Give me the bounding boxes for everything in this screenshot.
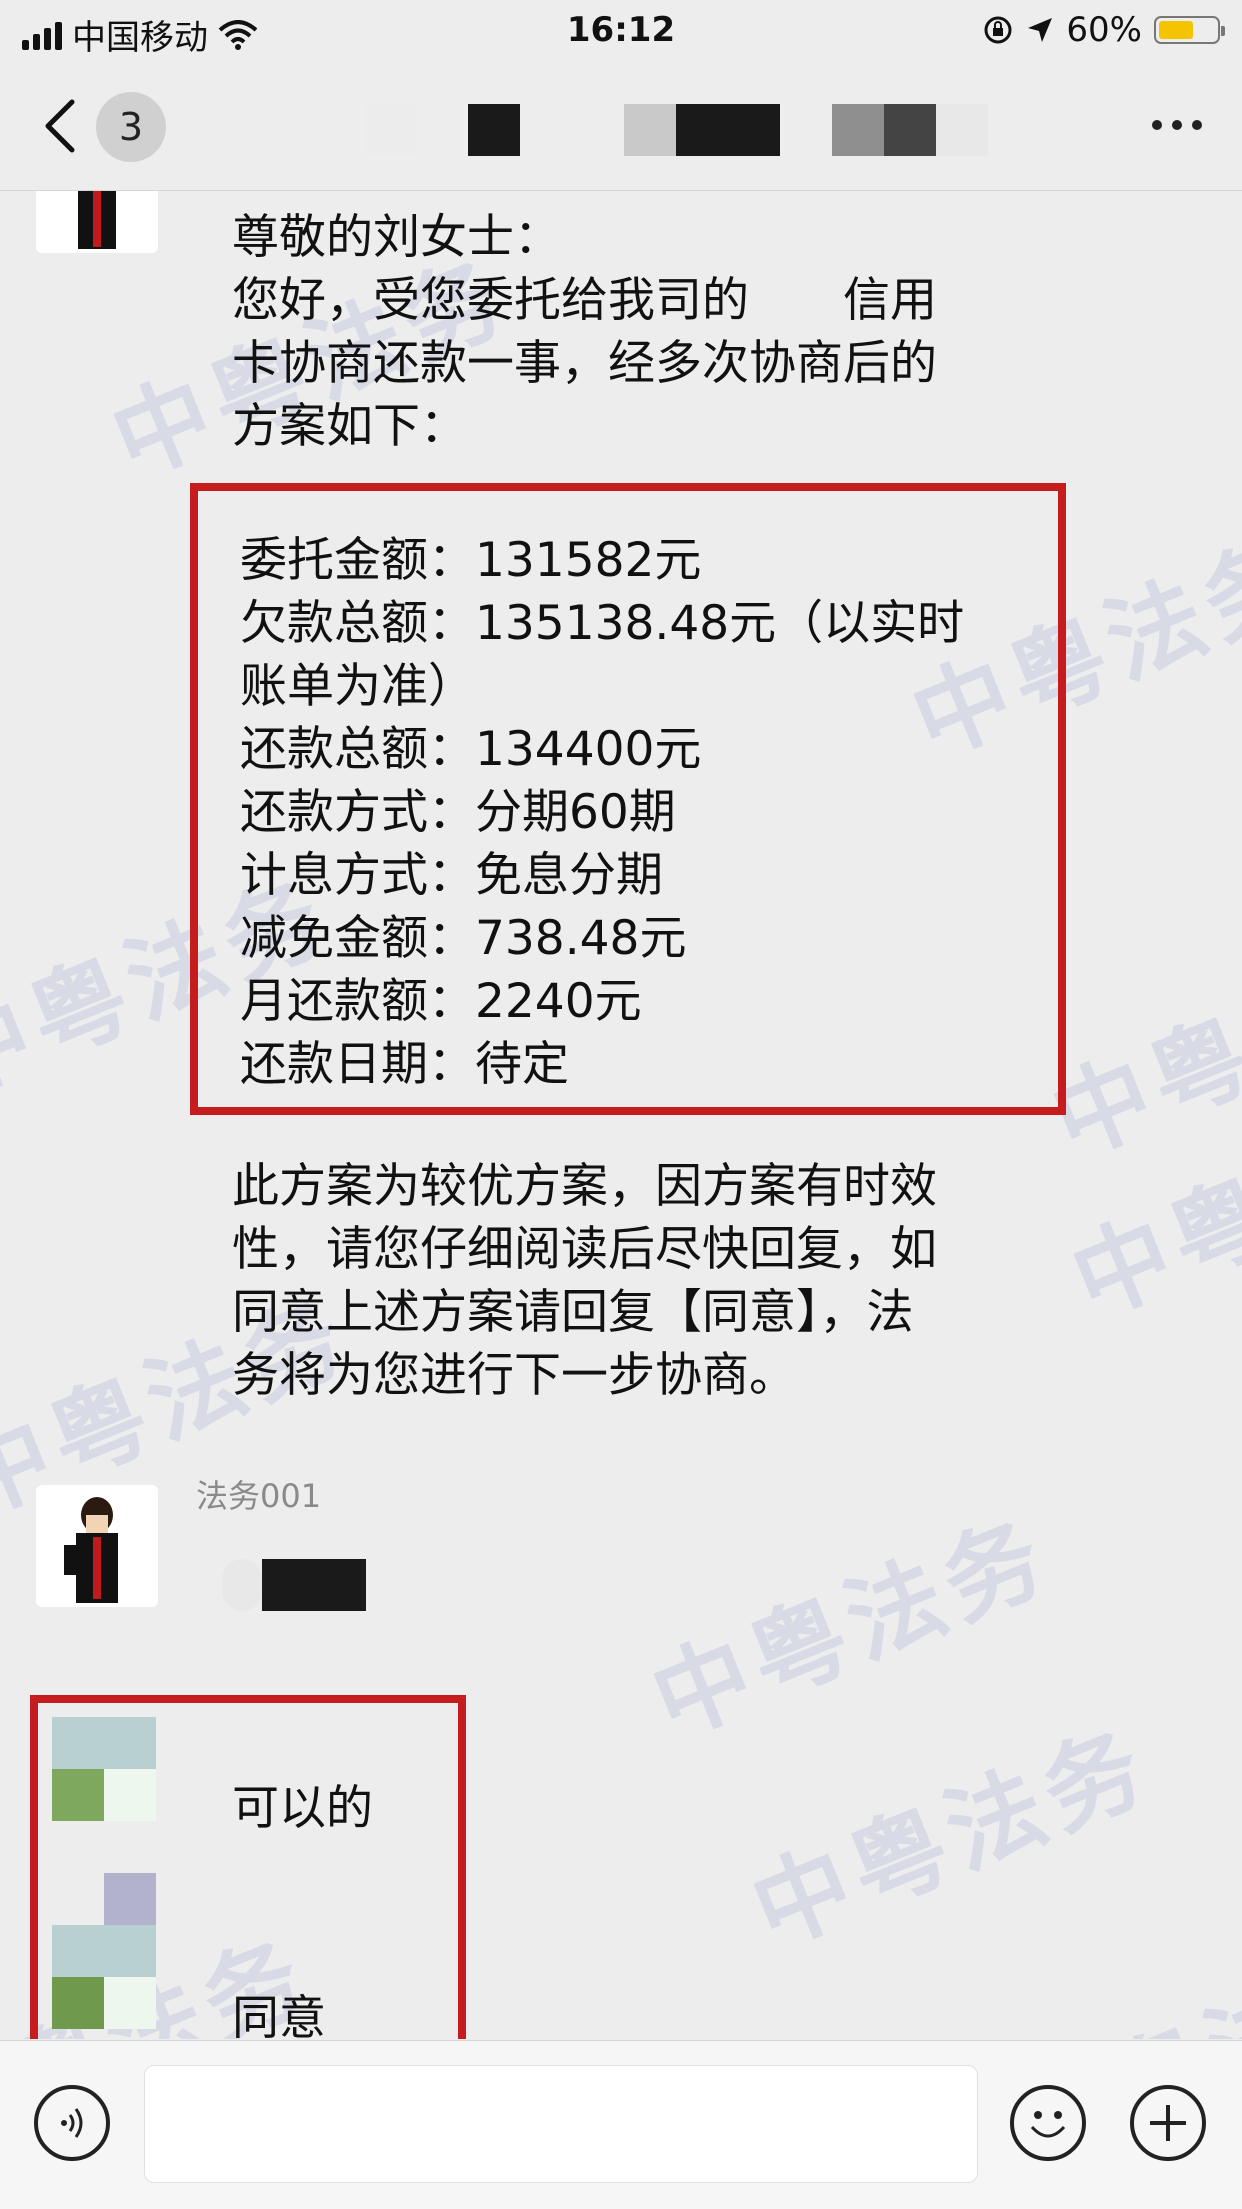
more-options-icon[interactable]: [1152, 120, 1202, 130]
emoji-icon: [1030, 2111, 1066, 2138]
watermark: 中粤法务: [989, 1908, 1242, 2039]
location-arrow-icon: [1028, 18, 1053, 42]
message-input[interactable]: [144, 2065, 978, 2183]
battery-icon: [1154, 16, 1225, 44]
sender-name: 法务001: [196, 1477, 322, 1515]
lawyer-avatar-icon: [64, 1497, 118, 1603]
reply-message: 可以的: [232, 1781, 373, 1836]
status-bar: 中国移动 16:12 60%: [0, 0, 1242, 62]
avatar[interactable]: [36, 191, 158, 253]
back-chevron-icon[interactable]: [40, 96, 80, 156]
lawyer-avatar-icon: [78, 191, 116, 249]
emoji-button[interactable]: [1010, 2085, 1086, 2161]
watermark: 中粤法务: [637, 1498, 1066, 1759]
message-closing: 此方案为较优方案，因方案有时效 性，请您仔细阅读后尽快回复，如 同意上述方案请回…: [232, 1159, 937, 1403]
message-intro: 尊敬的刘女士： 您好，受您委托给我司的 信用 卡协商还款一事，经多次协商后的 方…: [232, 210, 937, 454]
rotation-lock-icon: [984, 16, 1012, 44]
plus-icon: [1150, 2105, 1186, 2141]
chat-header: 3: [0, 62, 1242, 191]
watermark: 中粤法务: [1057, 1078, 1242, 1339]
unread-badge[interactable]: 3: [96, 92, 166, 162]
add-button[interactable]: [1130, 2085, 1206, 2161]
voice-icon: [61, 2108, 83, 2138]
battery-percent: 60%: [1066, 10, 1142, 50]
plan-highlight-box: 委托金额：131582元 欠款总额：135138.48元（以实时 账单为准） 还…: [190, 483, 1066, 1115]
plan-details: 委托金额：131582元 欠款总额：135138.48元（以实时 账单为准） 还…: [240, 533, 965, 1092]
avatar[interactable]: [36, 1485, 158, 1607]
watermark: 中粤法务: [737, 1708, 1166, 1969]
voice-button[interactable]: [34, 2085, 110, 2161]
chat-area[interactable]: 中粤法务 中粤法务 中粤法务 中粤法务 中粤法务 中粤法务 中粤法务 中粤法务 …: [0, 191, 1242, 2039]
reply-message: 同意: [232, 1991, 326, 2039]
input-bar: [0, 2040, 1242, 2209]
